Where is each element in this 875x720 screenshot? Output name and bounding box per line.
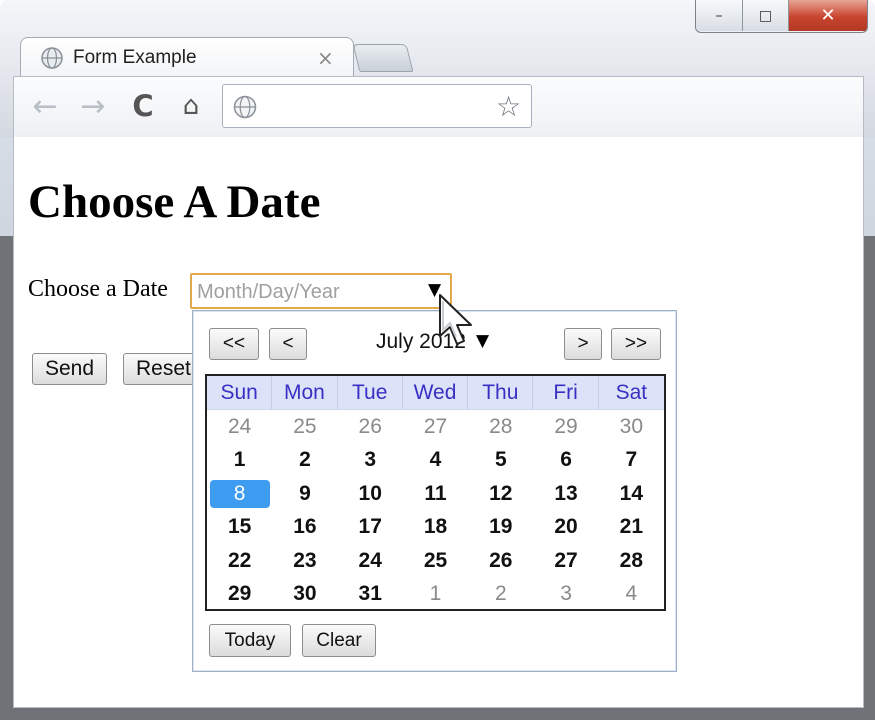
- back-arrow-icon[interactable]: ←: [28, 89, 62, 124]
- calendar-day[interactable]: 21: [599, 511, 664, 545]
- tab-title: Form Example: [73, 47, 197, 68]
- calendar-day[interactable]: 28: [599, 544, 664, 578]
- send-button[interactable]: Send: [32, 353, 107, 385]
- calendar-day[interactable]: 1: [207, 444, 272, 478]
- page-globe-icon: [233, 95, 257, 119]
- calendar-day[interactable]: 3: [533, 578, 598, 612]
- calendar-day[interactable]: 2: [468, 578, 533, 612]
- weekday-label: Thu: [468, 376, 534, 409]
- forward-arrow-icon[interactable]: →: [76, 89, 110, 124]
- prev-month-button[interactable]: <: [269, 328, 307, 360]
- calendar-day[interactable]: 26: [468, 544, 533, 578]
- calendar-day[interactable]: 29: [207, 578, 272, 612]
- next-year-button[interactable]: >>: [611, 328, 661, 360]
- date-placeholder: Month/Day/Year: [197, 281, 340, 303]
- close-window-button[interactable]: ✕: [789, 0, 867, 31]
- tab-close-icon[interactable]: ×: [317, 46, 334, 70]
- address-bar[interactable]: ☆: [222, 84, 532, 128]
- next-month-button[interactable]: >: [564, 328, 602, 360]
- calendar-day[interactable]: 4: [599, 578, 664, 612]
- calendar-day[interactable]: 30: [272, 578, 337, 612]
- calendar-day[interactable]: 15: [207, 511, 272, 545]
- weekday-label: Sun: [207, 376, 273, 409]
- calendar-day[interactable]: 26: [338, 410, 403, 444]
- weekday-label: Wed: [403, 376, 469, 409]
- calendar-day[interactable]: 6: [533, 444, 598, 478]
- calendar-day[interactable]: 25: [403, 544, 468, 578]
- weekday-label: Tue: [338, 376, 403, 409]
- page-viewport: Choose A Date Choose a Date Month/Day/Ye…: [13, 137, 864, 708]
- selected-day-label: 8: [209, 479, 270, 508]
- globe-icon: [41, 47, 63, 69]
- date-picker-popup: << < July 2012 ▼ > >> Sun Mon Tue Wed Th…: [192, 310, 677, 672]
- calendar-day[interactable]: 5: [468, 444, 533, 478]
- calendar-day[interactable]: 31: [338, 578, 403, 612]
- calendar-day[interactable]: 30: [599, 410, 664, 444]
- today-button[interactable]: Today: [209, 624, 291, 657]
- date-field-label: Choose a Date: [28, 276, 168, 302]
- reset-button[interactable]: Reset: [123, 353, 198, 385]
- browser-tab-active[interactable]: Form Example ×: [20, 37, 354, 78]
- calendar-day[interactable]: 27: [533, 544, 598, 578]
- maximize-button[interactable]: □: [743, 0, 789, 31]
- calendar-day[interactable]: 20: [533, 511, 598, 545]
- minimize-button[interactable]: –: [696, 0, 743, 31]
- new-tab-button[interactable]: [352, 44, 414, 72]
- calendar-day[interactable]: 7: [599, 444, 664, 478]
- browser-toolbar: ← → C ⌂ ☆: [13, 76, 864, 138]
- window-controls: – □ ✕: [695, 0, 868, 33]
- calendar-day[interactable]: 3: [338, 444, 403, 478]
- calendar-day[interactable]: 19: [468, 511, 533, 545]
- month-dropdown-arrow-icon[interactable]: ▼: [476, 331, 489, 351]
- calendar-day[interactable]: 17: [338, 511, 403, 545]
- weekday-label: Fri: [533, 376, 599, 409]
- weekday-header: Sun Mon Tue Wed Thu Fri Sat: [207, 376, 664, 410]
- reload-icon[interactable]: C: [126, 89, 160, 123]
- calendar-day[interactable]: 2: [272, 444, 337, 478]
- calendar-day[interactable]: 27: [403, 410, 468, 444]
- date-input[interactable]: Month/Day/Year ▼: [190, 273, 452, 309]
- calendar-day[interactable]: 24: [338, 544, 403, 578]
- home-icon[interactable]: ⌂: [174, 90, 208, 122]
- calendar-day[interactable]: 11: [403, 477, 468, 511]
- calendar-days: 24 25 26 27 28 29 30 1 2 3 4 5 6 7 8 9 1…: [207, 410, 664, 611]
- calendar-day[interactable]: 28: [468, 410, 533, 444]
- weekday-label: Mon: [272, 376, 338, 409]
- page-title: Choose A Date: [28, 176, 321, 228]
- calendar-day[interactable]: 1: [403, 578, 468, 612]
- calendar-day[interactable]: 25: [272, 410, 337, 444]
- calendar-day[interactable]: 22: [207, 544, 272, 578]
- prev-year-button[interactable]: <<: [209, 328, 259, 360]
- calendar-day[interactable]: 18: [403, 511, 468, 545]
- calendar-day[interactable]: 23: [272, 544, 337, 578]
- browser-window: – □ ✕ Form Example × ← → C ⌂ ☆ Choose A …: [0, 0, 875, 720]
- weekday-label: Sat: [615, 380, 648, 404]
- calendar-day[interactable]: 24: [207, 410, 272, 444]
- calendar-day[interactable]: 13: [533, 477, 598, 511]
- calendar-day[interactable]: 4: [403, 444, 468, 478]
- calendar-day[interactable]: 14: [599, 477, 664, 511]
- bookmark-star-icon[interactable]: ☆: [496, 90, 521, 123]
- calendar-grid: Sun Mon Tue Wed Thu Fri Sat 24 25 26 27 …: [205, 374, 666, 611]
- calendar-day-selected[interactable]: 8: [207, 477, 272, 511]
- calendar-day[interactable]: 16: [272, 511, 337, 545]
- mouse-cursor-icon: [439, 294, 472, 345]
- calendar-day[interactable]: 29: [533, 410, 598, 444]
- calendar-day[interactable]: 10: [338, 477, 403, 511]
- calendar-day[interactable]: 12: [468, 477, 533, 511]
- clear-button[interactable]: Clear: [302, 624, 376, 657]
- calendar-day[interactable]: 9: [272, 477, 337, 511]
